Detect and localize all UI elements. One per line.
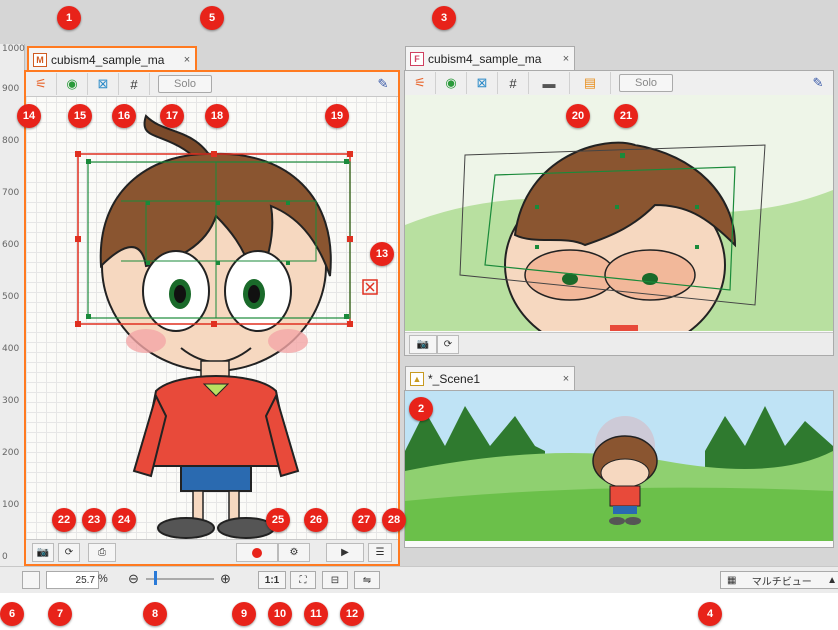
ruler-tick: 700 [2, 188, 20, 198]
marker-28: 28 [382, 508, 406, 532]
camera-icon[interactable]: 📷 [32, 543, 54, 562]
tab-label: *_Scene1 [428, 372, 481, 386]
marker-3: 3 [432, 6, 456, 30]
ruler-tick: 600 [2, 240, 20, 250]
tag-icon[interactable]: ▬ [529, 72, 570, 94]
glue-toggle-icon[interactable]: ◉ [57, 73, 88, 95]
tab-scene-view[interactable]: ▲ *_Scene1 × [405, 366, 575, 391]
multiview-icon: ▦ [727, 574, 737, 586]
ruler-tick: 300 [2, 396, 20, 406]
close-icon[interactable]: × [179, 54, 195, 66]
marker-9: 9 [232, 602, 256, 626]
model-view-bottom-bar: 📷 ⟳ ⎙ ⚙ ▶ ☰ [26, 539, 398, 564]
zoom-in-icon[interactable]: ⊕ [220, 571, 231, 587]
multiview-button[interactable]: ▦ マルチビュー ▲ [720, 571, 838, 589]
marker-20: 20 [566, 104, 590, 128]
scene-preview [405, 391, 833, 541]
camera-settings-icon[interactable]: ⟳ [58, 543, 80, 562]
marker-12: 12 [340, 602, 364, 626]
zoom-out-icon[interactable]: ⊖ [128, 571, 139, 587]
background-color-toggle[interactable] [22, 571, 40, 589]
marker-7: 7 [48, 602, 72, 626]
marker-16: 16 [112, 104, 136, 128]
marker-4: 4 [698, 602, 722, 626]
grid-icon[interactable]: # [498, 72, 529, 94]
marker-2: 2 [409, 397, 433, 421]
marker-17: 17 [160, 104, 184, 128]
marker-13: 13 [370, 242, 394, 266]
ratio-button[interactable]: 1:1 [258, 571, 286, 589]
model-file-icon: M [33, 52, 47, 67]
tab-label: cubism4_sample_ma [428, 52, 542, 66]
deformer-path-icon[interactable]: ⚟ [26, 73, 57, 95]
marker-19: 19 [325, 104, 349, 128]
marker-15: 15 [68, 104, 92, 128]
tab-label: cubism4_sample_ma [51, 52, 165, 67]
marker-5: 5 [200, 6, 224, 30]
marker-26: 26 [304, 508, 328, 532]
form-file-icon: F [410, 52, 424, 66]
marker-8: 8 [143, 602, 167, 626]
status-bar: 25.7 % ⊖ ⊕ 1:1 ⛶ ⊟ ⇋ ▦ マルチビュー ▲ [0, 566, 838, 593]
chevron-up-icon: ▲ [827, 574, 837, 586]
zoom-input[interactable]: 25.7 [46, 571, 99, 589]
camera-export-icon[interactable]: ⎙ [88, 543, 116, 562]
deformer-path-icon[interactable]: ⚟ [405, 72, 436, 94]
record-button[interactable] [236, 543, 278, 562]
view-range-icon[interactable]: ⊟ [322, 571, 348, 589]
gear-icon[interactable]: ⚙ [278, 543, 310, 562]
marker-27: 27 [352, 508, 376, 532]
form-view-toolbar: ⚟ ◉ ⊠ # ▬ ▤ Solo ✎ [405, 71, 833, 96]
marker-18: 18 [205, 104, 229, 128]
model-view[interactable]: ⚟ ◉ ⊠ # Solo ✎ 📷 ⟳ ⎙ ⚙ ▶ ☰ [24, 70, 400, 566]
marker-14: 14 [17, 104, 41, 128]
tab-model-view[interactable]: M cubism4_sample_ma × [27, 46, 197, 71]
ruler-tick: 400 [2, 344, 20, 354]
tab-form-view[interactable]: F cubism4_sample_ma × [405, 46, 575, 71]
close-icon[interactable]: × [558, 53, 574, 65]
camera-icon[interactable]: 📷 [409, 335, 437, 354]
grid-icon[interactable]: # [119, 73, 150, 95]
solo-button[interactable]: Solo [158, 75, 212, 93]
flip-view-icon[interactable]: ⇋ [354, 571, 380, 589]
multiview-label: マルチビュー [751, 576, 812, 588]
zoom-slider-handle[interactable] [154, 571, 157, 585]
marker-11: 11 [304, 602, 328, 626]
character-illustration [75, 114, 378, 539]
ruler-tick: 0 [2, 552, 8, 562]
scene-view[interactable] [404, 390, 834, 548]
ruler-tick: 900 [2, 84, 20, 94]
pen-icon[interactable]: ✎ [368, 73, 398, 95]
marker-21: 21 [614, 104, 638, 128]
ruler-tick: 100 [2, 500, 20, 510]
ruler-tick: 800 [2, 136, 20, 146]
marker-6: 6 [0, 602, 24, 626]
ruler-tick: 500 [2, 292, 20, 302]
marker-10: 10 [268, 602, 292, 626]
form-view-bottom-bar: 📷 ⟳ [405, 332, 833, 355]
marker-23: 23 [82, 508, 106, 532]
mesh-display-icon[interactable]: ⊠ [88, 73, 119, 95]
marker-25: 25 [266, 508, 290, 532]
marker-1: 1 [57, 6, 81, 30]
close-icon[interactable]: × [558, 373, 574, 385]
film-icon[interactable]: ▤ [570, 72, 611, 94]
glue-toggle-icon[interactable]: ◉ [436, 72, 467, 94]
model-view-toolbar: ⚟ ◉ ⊠ # Solo ✎ [26, 72, 398, 97]
marker-24: 24 [112, 508, 136, 532]
fit-view-icon[interactable]: ⛶ [290, 571, 316, 589]
mesh-display-icon[interactable]: ⊠ [467, 72, 498, 94]
form-preview [405, 95, 833, 331]
marker-22: 22 [52, 508, 76, 532]
play-icon[interactable]: ▶ [326, 543, 364, 562]
ruler-tick: 1000 [2, 44, 25, 54]
solo-button[interactable]: Solo [619, 74, 673, 92]
zoom-unit: % [98, 573, 108, 585]
ruler-tick: 200 [2, 448, 20, 458]
list-icon[interactable]: ☰ [368, 543, 392, 562]
pen-icon[interactable]: ✎ [803, 72, 833, 94]
camera-settings-icon[interactable]: ⟳ [437, 335, 459, 354]
scene-file-icon: ▲ [410, 372, 424, 386]
